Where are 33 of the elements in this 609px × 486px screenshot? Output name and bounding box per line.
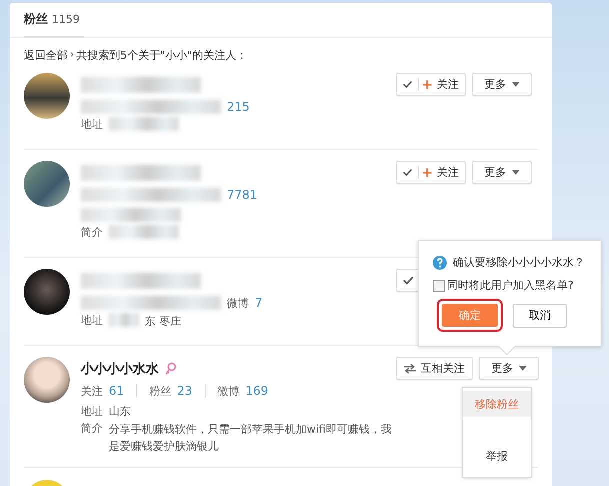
more-button[interactable]: 更多 [472, 73, 532, 96]
info-text: 东 枣庄 [145, 314, 182, 330]
field-label: 粉丝 [149, 384, 172, 398]
stat-count[interactable]: 23 [177, 384, 193, 398]
fans-tab[interactable]: 粉丝 1159 [24, 3, 84, 38]
bio-text: 分享手机赚钱软件，只需一部苹果手机加wifi即可赚钱，我是爱赚钱爱护肤滴银儿 [109, 422, 393, 455]
field-label: 简介 [81, 225, 103, 240]
menu-item[interactable]: 举报 [463, 443, 531, 469]
field-label: 简介 [81, 421, 103, 436]
more-button[interactable]: 更多 [472, 161, 532, 184]
mutual-follow-button[interactable]: 互相关注 [396, 357, 473, 380]
checkbox-label[interactable]: 同时将此用户加入黑名单? [447, 278, 574, 293]
stat-count[interactable]: 169 [246, 384, 268, 398]
stat-count[interactable]: 61 [109, 384, 124, 398]
field-label: 地址 [81, 313, 103, 328]
field-label: 关注 [81, 384, 103, 398]
stat-count[interactable]: 215 [227, 100, 250, 114]
follow-button[interactable]: 关注 [396, 73, 466, 96]
follow-button[interactable]: 关注 [396, 161, 466, 184]
info-text: 山东 [109, 404, 131, 420]
breadcrumb-separator: › [70, 48, 74, 63]
field-label: 微博 [227, 296, 249, 310]
field-label: 地址 [81, 117, 103, 132]
confirm-question: 确认要移除小小小小水水？ [453, 255, 585, 270]
search-summary: 共搜索到5个关于"小小"的关注人： [76, 48, 248, 63]
back-link[interactable]: 返回全部 [24, 48, 68, 63]
stat-count[interactable]: 7 [255, 296, 263, 310]
cancel-button[interactable]: 取消 [513, 304, 567, 328]
field-label: 地址 [81, 404, 103, 418]
stat-count[interactable]: 7781 [227, 188, 258, 202]
field-label: 微博 [218, 384, 240, 398]
user-name[interactable]: 小小小小水水 [81, 360, 159, 378]
more-button[interactable]: 更多 [479, 357, 539, 380]
